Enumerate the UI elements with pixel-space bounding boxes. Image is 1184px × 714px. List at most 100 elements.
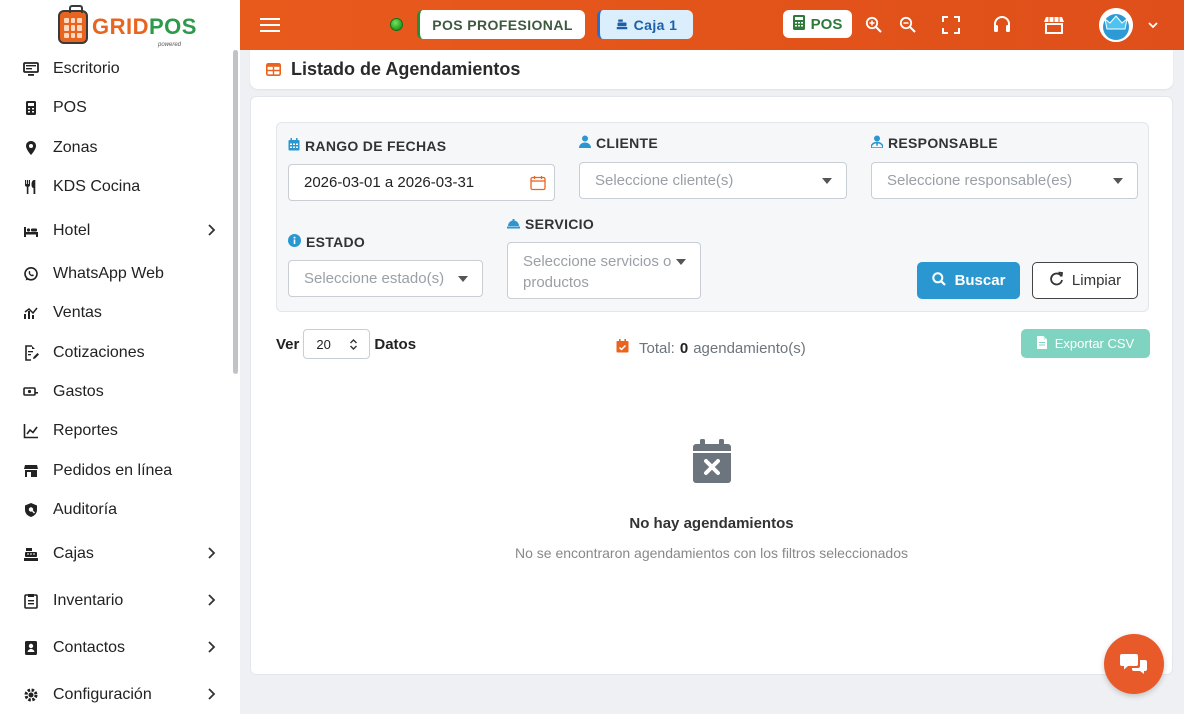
sidebar-item-label: Gastos	[53, 383, 104, 400]
sidebar-item-ventas[interactable]: Ventas	[0, 295, 232, 331]
sidebar-item-label: Zonas	[53, 139, 98, 156]
chevron-right-icon	[208, 688, 216, 700]
file-csv-icon	[1036, 335, 1047, 352]
pos-button[interactable]: POS	[783, 10, 852, 38]
sidebar-item-label: KDS Cocina	[53, 178, 141, 195]
service-select-placeholder-line2: productos	[523, 274, 589, 291]
service-select-placeholder-line1: Seleccione servicios o	[523, 253, 672, 270]
status-select[interactable]: Seleccione estado(s)	[288, 260, 483, 297]
export-csv-button[interactable]: Exportar CSV	[1021, 329, 1150, 358]
chevron-down-icon[interactable]	[1146, 18, 1160, 32]
sidebar-item-label: Cotizaciones	[53, 344, 145, 361]
sidebar-item-gastos[interactable]: Gastos	[0, 374, 232, 410]
search-button[interactable]: Buscar	[917, 262, 1020, 299]
sidebar-item-zonas[interactable]: Zonas	[0, 130, 232, 166]
sidebar-item-reportes[interactable]: Reportes	[0, 413, 232, 449]
dropdown-caret-icon	[1113, 178, 1123, 184]
total-summary: Total: 0 agendamiento(s)	[616, 339, 806, 357]
gridpos-logo[interactable]: GRIDPOS powered	[58, 5, 197, 48]
user-avatar[interactable]	[1099, 8, 1133, 42]
responsible-label: RESPONSABLE	[870, 135, 998, 151]
caja-label: Caja 1	[633, 16, 678, 33]
caja-selector[interactable]: Caja 1	[597, 10, 693, 39]
service-label: SERVICIO	[507, 216, 594, 232]
sidebar-item-contactos[interactable]: Contactos	[0, 630, 232, 666]
calendar-icon[interactable]	[530, 175, 546, 191]
datos-label: Datos	[374, 335, 417, 353]
status-label: ESTADO	[288, 234, 365, 250]
date-range-input[interactable]: 2026-03-01 a 2026-03-31	[288, 164, 555, 201]
sidebar-item-whatsapp-web[interactable]: WhatsApp Web	[0, 256, 232, 292]
sidebar-item-label: Contactos	[53, 639, 126, 656]
sidebar-item-configuracion[interactable]: Configuración	[0, 677, 232, 713]
user-icon	[579, 135, 591, 151]
zoom-in-icon[interactable]	[863, 14, 885, 36]
concierge-bell-icon	[507, 216, 520, 232]
sales-chart-icon	[23, 305, 39, 321]
appointments-card: RANGO DE FECHAS 2026-03-01 a 2026-03-31 …	[250, 96, 1173, 675]
total-prefix: Total:	[639, 339, 675, 357]
chat-button[interactable]	[1104, 634, 1164, 694]
fullscreen-icon[interactable]	[940, 14, 962, 36]
total-count: 0	[679, 339, 689, 357]
client-select-placeholder: Seleccione cliente(s)	[595, 172, 734, 189]
sidebar-item-label: Auditoría	[53, 501, 118, 518]
chevron-right-icon	[208, 547, 216, 559]
sidebar-item-auditoria[interactable]: Auditoría	[0, 492, 232, 528]
sidebar-item-pos[interactable]: POS	[0, 90, 232, 126]
pos-button-label: POS	[810, 15, 843, 33]
contacts-icon	[23, 640, 39, 656]
sidebar-item-inventario[interactable]: Inventario	[0, 583, 232, 619]
chat-bubbles-icon	[1120, 654, 1147, 674]
calendar-x-icon	[693, 439, 731, 483]
chevron-right-icon	[208, 641, 216, 653]
cash-register-icon	[616, 17, 628, 33]
quote-edit-icon	[23, 345, 39, 361]
sort-updown-icon	[350, 339, 358, 350]
client-label: CLIENTE	[579, 135, 658, 151]
store-front-icon[interactable]	[1043, 14, 1065, 36]
sidebar-item-cajas[interactable]: Cajas	[0, 536, 232, 572]
clear-button[interactable]: Limpiar	[1032, 262, 1138, 299]
whatsapp-icon	[23, 266, 39, 282]
sidebar-item-cotizaciones[interactable]: Cotizaciones	[0, 335, 232, 371]
zoom-out-icon[interactable]	[897, 14, 919, 36]
sidebar-item-pedidos-en-linea[interactable]: Pedidos en línea	[0, 453, 232, 489]
status-select-placeholder: Seleccione estado(s)	[304, 270, 445, 287]
sidebar-item-hotel[interactable]: Hotel	[0, 213, 232, 249]
page-size-select[interactable]: 20	[303, 329, 371, 359]
calendar-check-icon	[616, 339, 629, 357]
sidebar-item-label: Hotel	[53, 222, 91, 239]
top-navbar: POS PROFESIONAL Caja 1 POS	[240, 0, 1184, 50]
chevron-right-icon	[208, 594, 216, 606]
page-header: Listado de Agendamientos	[250, 50, 1173, 89]
service-select[interactable]: Seleccione servicios o productos	[507, 242, 701, 299]
clear-button-label: Limpiar	[1071, 272, 1122, 289]
user-tie-icon	[870, 135, 884, 151]
money-icon	[23, 384, 39, 400]
total-suffix: agendamiento(s)	[693, 339, 806, 357]
sidebar-item-kds-cocina[interactable]: KDS Cocina	[0, 169, 232, 205]
utensils-icon	[23, 179, 39, 195]
sidebar-item-escritorio[interactable]: Escritorio	[0, 51, 232, 87]
clipboard-icon	[23, 593, 39, 609]
sidebar-scrollbar[interactable]	[233, 50, 238, 374]
refresh-icon	[1049, 271, 1064, 290]
dropdown-caret-icon	[822, 178, 832, 184]
cash-register-logo-icon	[58, 5, 88, 44]
info-circle-icon	[288, 234, 301, 250]
client-select[interactable]: Seleccione cliente(s)	[579, 162, 847, 199]
page-title: Listado de Agendamientos	[291, 59, 521, 79]
dropdown-caret-icon	[458, 276, 468, 282]
sidebar-item-label: Cajas	[53, 545, 94, 562]
empty-state-title: No hay agendamientos	[629, 515, 794, 532]
empty-state-subtitle: No se encontraron agendamientos con los …	[514, 545, 908, 561]
desktop-icon	[23, 61, 39, 77]
search-button-label: Buscar	[954, 272, 1006, 289]
plan-badge-label: POS PROFESIONAL	[432, 16, 573, 33]
responsible-select[interactable]: Seleccione responsable(es)	[871, 162, 1138, 199]
store-icon	[23, 463, 39, 479]
hamburger-menu-icon[interactable]	[260, 15, 280, 35]
table-icon	[266, 63, 281, 76]
headset-support-icon[interactable]	[991, 14, 1013, 36]
